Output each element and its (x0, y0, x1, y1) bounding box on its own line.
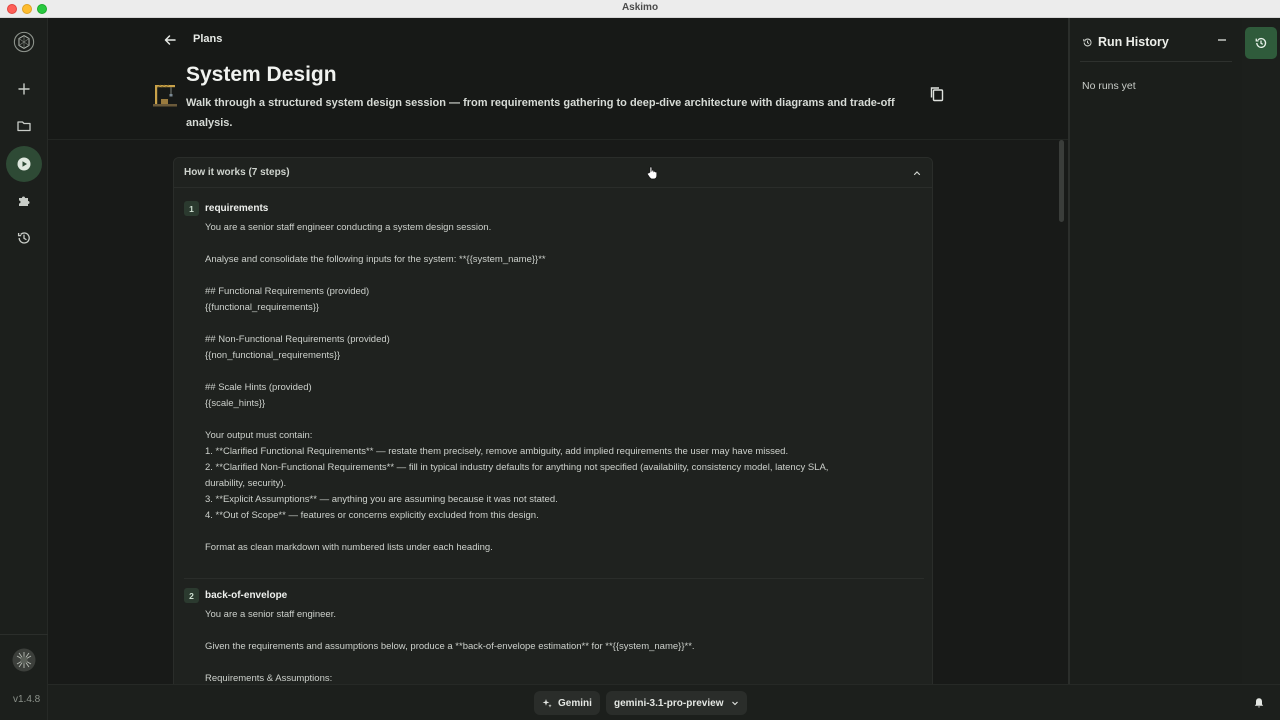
plus-icon (18, 83, 30, 95)
history-icon (1255, 37, 1267, 48)
play-icon (17, 157, 31, 171)
left-rail: v1.4.8 (0, 18, 48, 720)
step-number: 2 (184, 588, 199, 603)
run-history-title: Run History (1098, 35, 1169, 49)
steps-card-title: How it works (7 steps) (184, 167, 290, 178)
hand-cursor-icon (647, 166, 658, 180)
model-label: gemini-3.1-pro-preview (614, 697, 724, 709)
back-arrow-icon[interactable] (162, 32, 178, 48)
new-chat-button[interactable] (6, 71, 42, 107)
construction-crane-icon (153, 84, 177, 107)
run-history-toggle-button[interactable] (1245, 27, 1277, 59)
history-icon (17, 232, 30, 244)
step-divider (184, 578, 924, 579)
provider-selector[interactable]: Gemini (534, 691, 600, 715)
panel-divider (1080, 61, 1232, 62)
app-version: v1.4.8 (13, 694, 41, 705)
run-history-panel: Run History No runs yet (1068, 18, 1242, 684)
plan-description: Walk through a structured system design … (186, 97, 895, 129)
projects-button[interactable] (6, 108, 42, 144)
rail-divider (0, 634, 48, 635)
chevron-up-icon[interactable] (912, 168, 922, 178)
folder-icon (17, 121, 31, 132)
copy-icon[interactable] (928, 85, 946, 103)
step-title: back-of-envelope (205, 590, 288, 601)
bell-icon[interactable] (1253, 697, 1265, 709)
bottom-bar: Gemini gemini-3.1-pro-preview (48, 684, 1280, 720)
chevron-down-icon (732, 701, 739, 706)
step-number: 1 (184, 201, 199, 216)
step-title: requirements (205, 203, 269, 214)
history-button[interactable] (6, 220, 42, 256)
page-title: System Design (186, 63, 337, 86)
plan-header: Plans System Design Walk through a struc… (48, 18, 1068, 140)
breadcrumb[interactable]: Plans (193, 33, 222, 45)
provider-label: Gemini (558, 697, 592, 709)
sparkle-icon (542, 699, 552, 708)
extensions-button[interactable] (6, 183, 42, 219)
minimize-panel-icon[interactable] (1216, 34, 1228, 46)
avatar[interactable] (6, 642, 42, 678)
empty-state-text: No runs yet (1082, 80, 1136, 92)
app-window: Askimo v1.4.8 Plans System Design Walk t… (0, 0, 1280, 720)
right-rail (1242, 18, 1280, 720)
main-content: Plans System Design Walk through a struc… (48, 18, 1068, 684)
steps-card: How it works (7 steps) 1 requirements Yo… (173, 157, 933, 684)
app-logo-icon[interactable] (6, 24, 42, 60)
scrollbar-thumb[interactable] (1059, 140, 1064, 222)
steps-card-header[interactable]: How it works (7 steps) (174, 158, 932, 188)
plans-button[interactable] (6, 146, 42, 182)
window-title: Askimo (621, 2, 659, 13)
history-icon (1083, 38, 1092, 47)
step-prompt: You are a senior staff engineer. Given t… (205, 609, 695, 684)
step-prompt: You are a senior staff engineer conducti… (205, 222, 829, 553)
title-bar: Askimo (0, 0, 1280, 18)
model-selector[interactable]: gemini-3.1-pro-preview (606, 691, 748, 715)
puzzle-icon (19, 196, 30, 206)
